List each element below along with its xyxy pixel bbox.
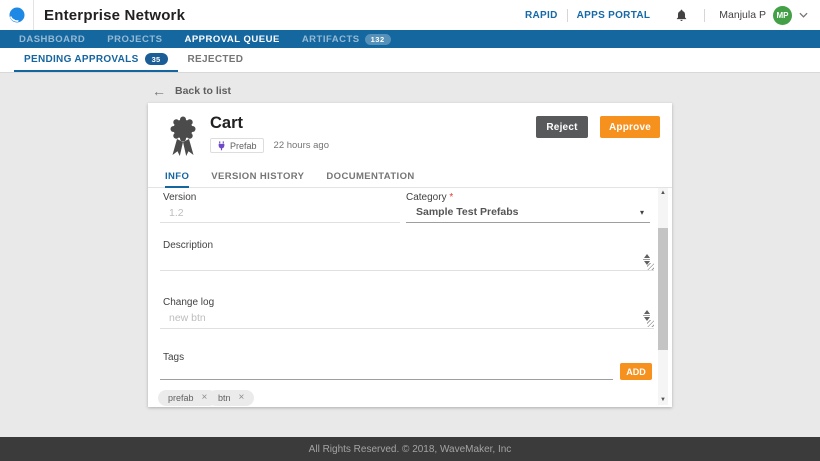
copyright-text: All Rights Reserved. © 2018, WaveMaker, … (309, 444, 512, 455)
pending-count-badge: 35 (145, 53, 168, 65)
nav-item-approval-queue[interactable]: APPROVAL QUEUE (173, 30, 290, 48)
changelog-underline (160, 328, 654, 329)
sub-nav: PENDING APPROVALS 35 REJECTED (0, 48, 820, 73)
info-form: Version 1.2 Category * Sample Test Prefa… (148, 188, 672, 407)
back-to-list-link[interactable]: ← Back to list (152, 84, 231, 98)
changelog-resize-grip[interactable] (647, 320, 654, 327)
category-label: Category * (406, 192, 453, 203)
scroll-up-icon[interactable]: ▲ (660, 188, 666, 198)
nav-item-projects[interactable]: PROJECTS (96, 30, 173, 48)
artifacts-count-badge: 132 (365, 34, 391, 45)
screen: Enterprise Network RAPID APPS PORTAL Man… (0, 0, 820, 461)
meta-row: Prefab 22 hours ago (210, 138, 329, 153)
description-label: Description (163, 240, 213, 251)
top-header: Enterprise Network RAPID APPS PORTAL Man… (0, 0, 820, 30)
tab-documentation[interactable]: DOCUMENTATION (326, 167, 414, 188)
type-badge: Prefab (210, 138, 264, 153)
remove-tag-icon[interactable]: × (202, 393, 208, 403)
subnav-label: PENDING APPROVALS (24, 54, 139, 65)
timestamp: 22 hours ago (274, 140, 329, 151)
notifications-button[interactable] (659, 8, 704, 22)
reject-button[interactable]: Reject (536, 116, 588, 138)
changelog-label: Change log (163, 297, 214, 308)
version-label: Version (163, 192, 196, 203)
back-arrow-icon: ← (152, 84, 166, 98)
bell-icon (675, 8, 688, 22)
nav-label: PROJECTS (107, 34, 162, 45)
user-name: Manjula P (719, 9, 766, 21)
wavemaker-logo-icon (8, 6, 26, 24)
tab-pending-approvals[interactable]: PENDING APPROVALS 35 (14, 48, 178, 72)
prefab-plug-icon (217, 141, 226, 151)
version-underline (160, 222, 400, 223)
artifact-detail-card: Cart Prefab 22 hours ago Reject Approve … (148, 103, 672, 407)
apps-portal-link[interactable]: APPS PORTAL (568, 10, 660, 21)
scrollbar-thumb[interactable] (658, 228, 668, 350)
version-input[interactable]: 1.2 (169, 207, 184, 219)
tags-input[interactable] (160, 379, 613, 380)
rapid-link[interactable]: RAPID (516, 10, 567, 21)
avatar: MP (773, 6, 792, 25)
category-select[interactable]: Sample Test Prefabs (416, 206, 519, 218)
artifact-title: Cart (210, 114, 243, 133)
tag-label: prefab (168, 393, 194, 403)
remove-tag-icon[interactable]: × (239, 393, 245, 403)
app-title: Enterprise Network (44, 7, 185, 24)
tag-chip: btn × (208, 390, 254, 406)
scroll-down-icon[interactable]: ▼ (660, 395, 666, 405)
approve-button[interactable]: Approve (600, 116, 660, 138)
description-resize-grip[interactable] (647, 263, 654, 270)
description-underline (160, 270, 654, 271)
chevron-down-icon (799, 12, 808, 18)
add-tag-button[interactable]: ADD (620, 363, 652, 380)
nav-label: APPROVAL QUEUE (184, 34, 279, 45)
award-rosette-icon (166, 115, 200, 159)
back-link-label: Back to list (175, 85, 231, 97)
changelog-textarea[interactable]: new btn (169, 312, 206, 324)
nav-item-dashboard[interactable]: DASHBOARD (8, 30, 96, 48)
user-menu[interactable]: Manjula P MP (705, 6, 808, 25)
nav-label: ARTIFACTS (302, 34, 360, 45)
tags-label: Tags (163, 352, 184, 363)
category-underline (406, 222, 650, 223)
nav-label: DASHBOARD (19, 34, 85, 45)
category-label-text: Category (406, 192, 447, 203)
subnav-label: REJECTED (188, 54, 244, 65)
tab-info[interactable]: INFO (165, 167, 189, 188)
tab-version-history[interactable]: VERSION HISTORY (211, 167, 304, 188)
required-asterisk: * (449, 192, 453, 203)
tab-rejected[interactable]: REJECTED (178, 48, 254, 72)
card-tabs: INFO VERSION HISTORY DOCUMENTATION (148, 167, 672, 188)
type-badge-label: Prefab (230, 141, 257, 151)
select-caret-icon[interactable]: ▾ (640, 208, 644, 217)
main-nav: DASHBOARD PROJECTS APPROVAL QUEUE ARTIFA… (0, 30, 820, 48)
topbar-right: RAPID APPS PORTAL Manjula P MP (516, 0, 820, 30)
footer: All Rights Reserved. © 2018, WaveMaker, … (0, 437, 820, 461)
form-scrollbar[interactable]: ▲ ▼ (658, 188, 668, 405)
tag-label: btn (218, 393, 231, 403)
logo (0, 0, 34, 30)
nav-item-artifacts[interactable]: ARTIFACTS 132 (291, 30, 402, 48)
